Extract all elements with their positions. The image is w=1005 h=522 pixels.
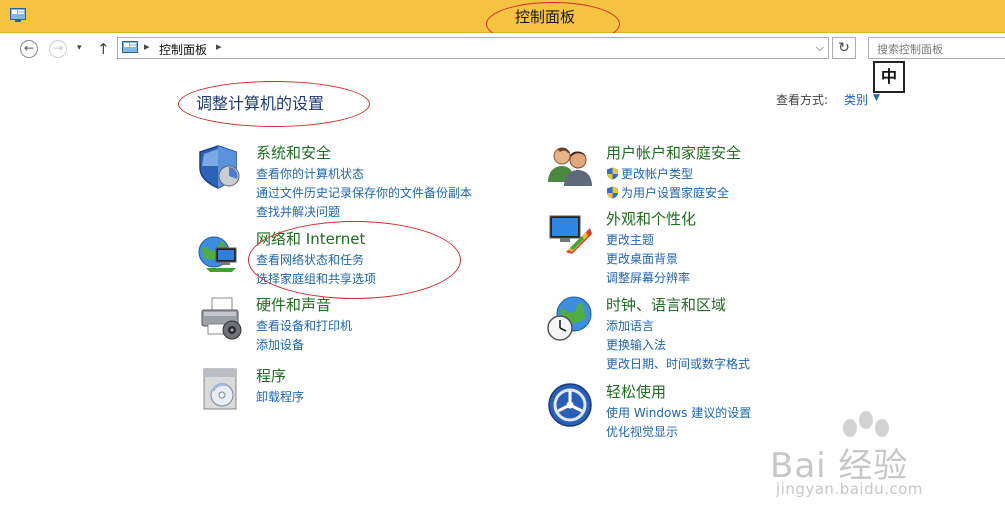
window-title: 控制面板 xyxy=(515,8,576,26)
shield-icon[interactable] xyxy=(196,142,244,190)
link-family-safety[interactable]: 为用户设置家庭安全 xyxy=(606,184,729,203)
address-dropdown-button[interactable]: ⌵ xyxy=(816,41,824,55)
up-button[interactable]: ↑ xyxy=(97,40,110,58)
appearance-icon[interactable] xyxy=(546,208,594,256)
refresh-button[interactable]: ↻ xyxy=(832,37,856,59)
category-system-security: 系统和安全 查看你的计算机状态 通过文件历史记录保存你的文件备份副本 查找并解决… xyxy=(196,142,526,219)
link-screen-resolution[interactable]: 调整屏幕分辨率 xyxy=(606,269,690,288)
watermark-url: jingyan.baidu.com xyxy=(776,480,923,498)
uac-shield-icon xyxy=(607,186,618,199)
link-windows-recommended-settings[interactable]: 使用 Windows 建议的设置 xyxy=(606,404,751,423)
page-heading: 调整计算机的设置 xyxy=(196,94,325,113)
back-button[interactable]: ← xyxy=(20,40,38,58)
category-hardware-sound: 硬件和声音 查看设备和打印机 添加设备 xyxy=(196,294,526,352)
category-appearance: 外观和个性化 更改主题 更改桌面背景 调整屏幕分辨率 xyxy=(546,208,876,285)
link-label: 为用户设置家庭安全 xyxy=(621,186,730,200)
category-clock-language-region: 时钟、语言和区域 添加语言 更换输入法 更改日期、时间或数字格式 xyxy=(546,294,876,371)
link-date-time-format[interactable]: 更改日期、时间或数字格式 xyxy=(606,355,750,374)
category-network-internet: 网络和 Internet 查看网络状态和任务 选择家庭组和共享选项 xyxy=(196,228,526,286)
breadcrumb-separator[interactable]: ▸ xyxy=(144,40,150,53)
search-box[interactable] xyxy=(868,37,1005,60)
link-change-theme[interactable]: 更改主题 xyxy=(606,231,690,250)
category-title[interactable]: 网络和 Internet xyxy=(256,228,365,249)
search-input[interactable] xyxy=(875,39,999,60)
link-change-input-method[interactable]: 更换输入法 xyxy=(606,336,750,355)
category-user-accounts: 用户帐户和家庭安全 更改帐户类型 为用户设置家庭安全 xyxy=(546,142,876,200)
link-troubleshoot[interactable]: 查找并解决问题 xyxy=(256,203,472,222)
link-devices-printers[interactable]: 查看设备和打印机 xyxy=(256,317,352,336)
link-desktop-background[interactable]: 更改桌面背景 xyxy=(606,250,690,269)
link-label: 更改帐户类型 xyxy=(621,167,694,181)
network-globe-icon[interactable] xyxy=(196,228,244,276)
title-bar: 控制面板 xyxy=(0,0,1005,33)
view-by-label: 查看方式: xyxy=(776,93,829,107)
baidu-watermark: Bai 经验 jingyan.baidu.com xyxy=(770,410,1005,520)
link-change-account-type[interactable]: 更改帐户类型 xyxy=(606,165,729,184)
category-title[interactable]: 硬件和声音 xyxy=(256,294,331,315)
link-view-computer-status[interactable]: 查看你的计算机状态 xyxy=(256,165,472,184)
link-add-language[interactable]: 添加语言 xyxy=(606,317,750,336)
ease-of-access-icon[interactable] xyxy=(546,381,594,429)
category-title[interactable]: 外观和个性化 xyxy=(606,208,696,229)
navigation-bar: ← → ▾ ↑ ▸ 控制面板 ▸ ⌵ ↻ xyxy=(0,33,1005,65)
category-title[interactable]: 时钟、语言和区域 xyxy=(606,294,726,315)
category-programs: 程序 卸载程序 xyxy=(196,365,526,413)
control-panel-icon[interactable] xyxy=(10,8,26,22)
chevron-down-icon[interactable]: ▼ xyxy=(873,93,880,103)
category-title[interactable]: 轻松使用 xyxy=(606,381,666,402)
uac-shield-icon xyxy=(607,167,618,180)
link-homegroup-sharing[interactable]: 选择家庭组和共享选项 xyxy=(256,270,376,289)
programs-icon[interactable] xyxy=(196,365,244,413)
breadcrumb-separator[interactable]: ▸ xyxy=(216,40,222,53)
breadcrumb-control-panel[interactable]: 控制面板 xyxy=(159,41,207,58)
ime-indicator[interactable]: 中 xyxy=(873,61,905,93)
category-title[interactable]: 程序 xyxy=(256,365,286,386)
printer-icon[interactable] xyxy=(196,294,244,342)
address-bar[interactable]: ▸ 控制面板 ▸ ⌵ xyxy=(117,37,829,59)
view-by-dropdown[interactable]: 类别 xyxy=(844,91,868,108)
link-uninstall-program[interactable]: 卸载程序 xyxy=(256,388,304,407)
link-file-history-backup[interactable]: 通过文件历史记录保存你的文件备份副本 xyxy=(256,184,472,203)
link-network-status[interactable]: 查看网络状态和任务 xyxy=(256,251,376,270)
category-title[interactable]: 系统和安全 xyxy=(256,142,331,163)
recent-locations-button[interactable]: ▾ xyxy=(77,43,82,53)
clock-globe-icon[interactable] xyxy=(546,294,594,342)
link-optimize-visual-display[interactable]: 优化视觉显示 xyxy=(606,423,751,442)
category-title[interactable]: 用户帐户和家庭安全 xyxy=(606,142,741,163)
link-add-device[interactable]: 添加设备 xyxy=(256,336,352,355)
users-icon[interactable] xyxy=(546,142,594,190)
control-panel-icon xyxy=(122,41,138,53)
forward-button[interactable]: → xyxy=(49,40,67,58)
